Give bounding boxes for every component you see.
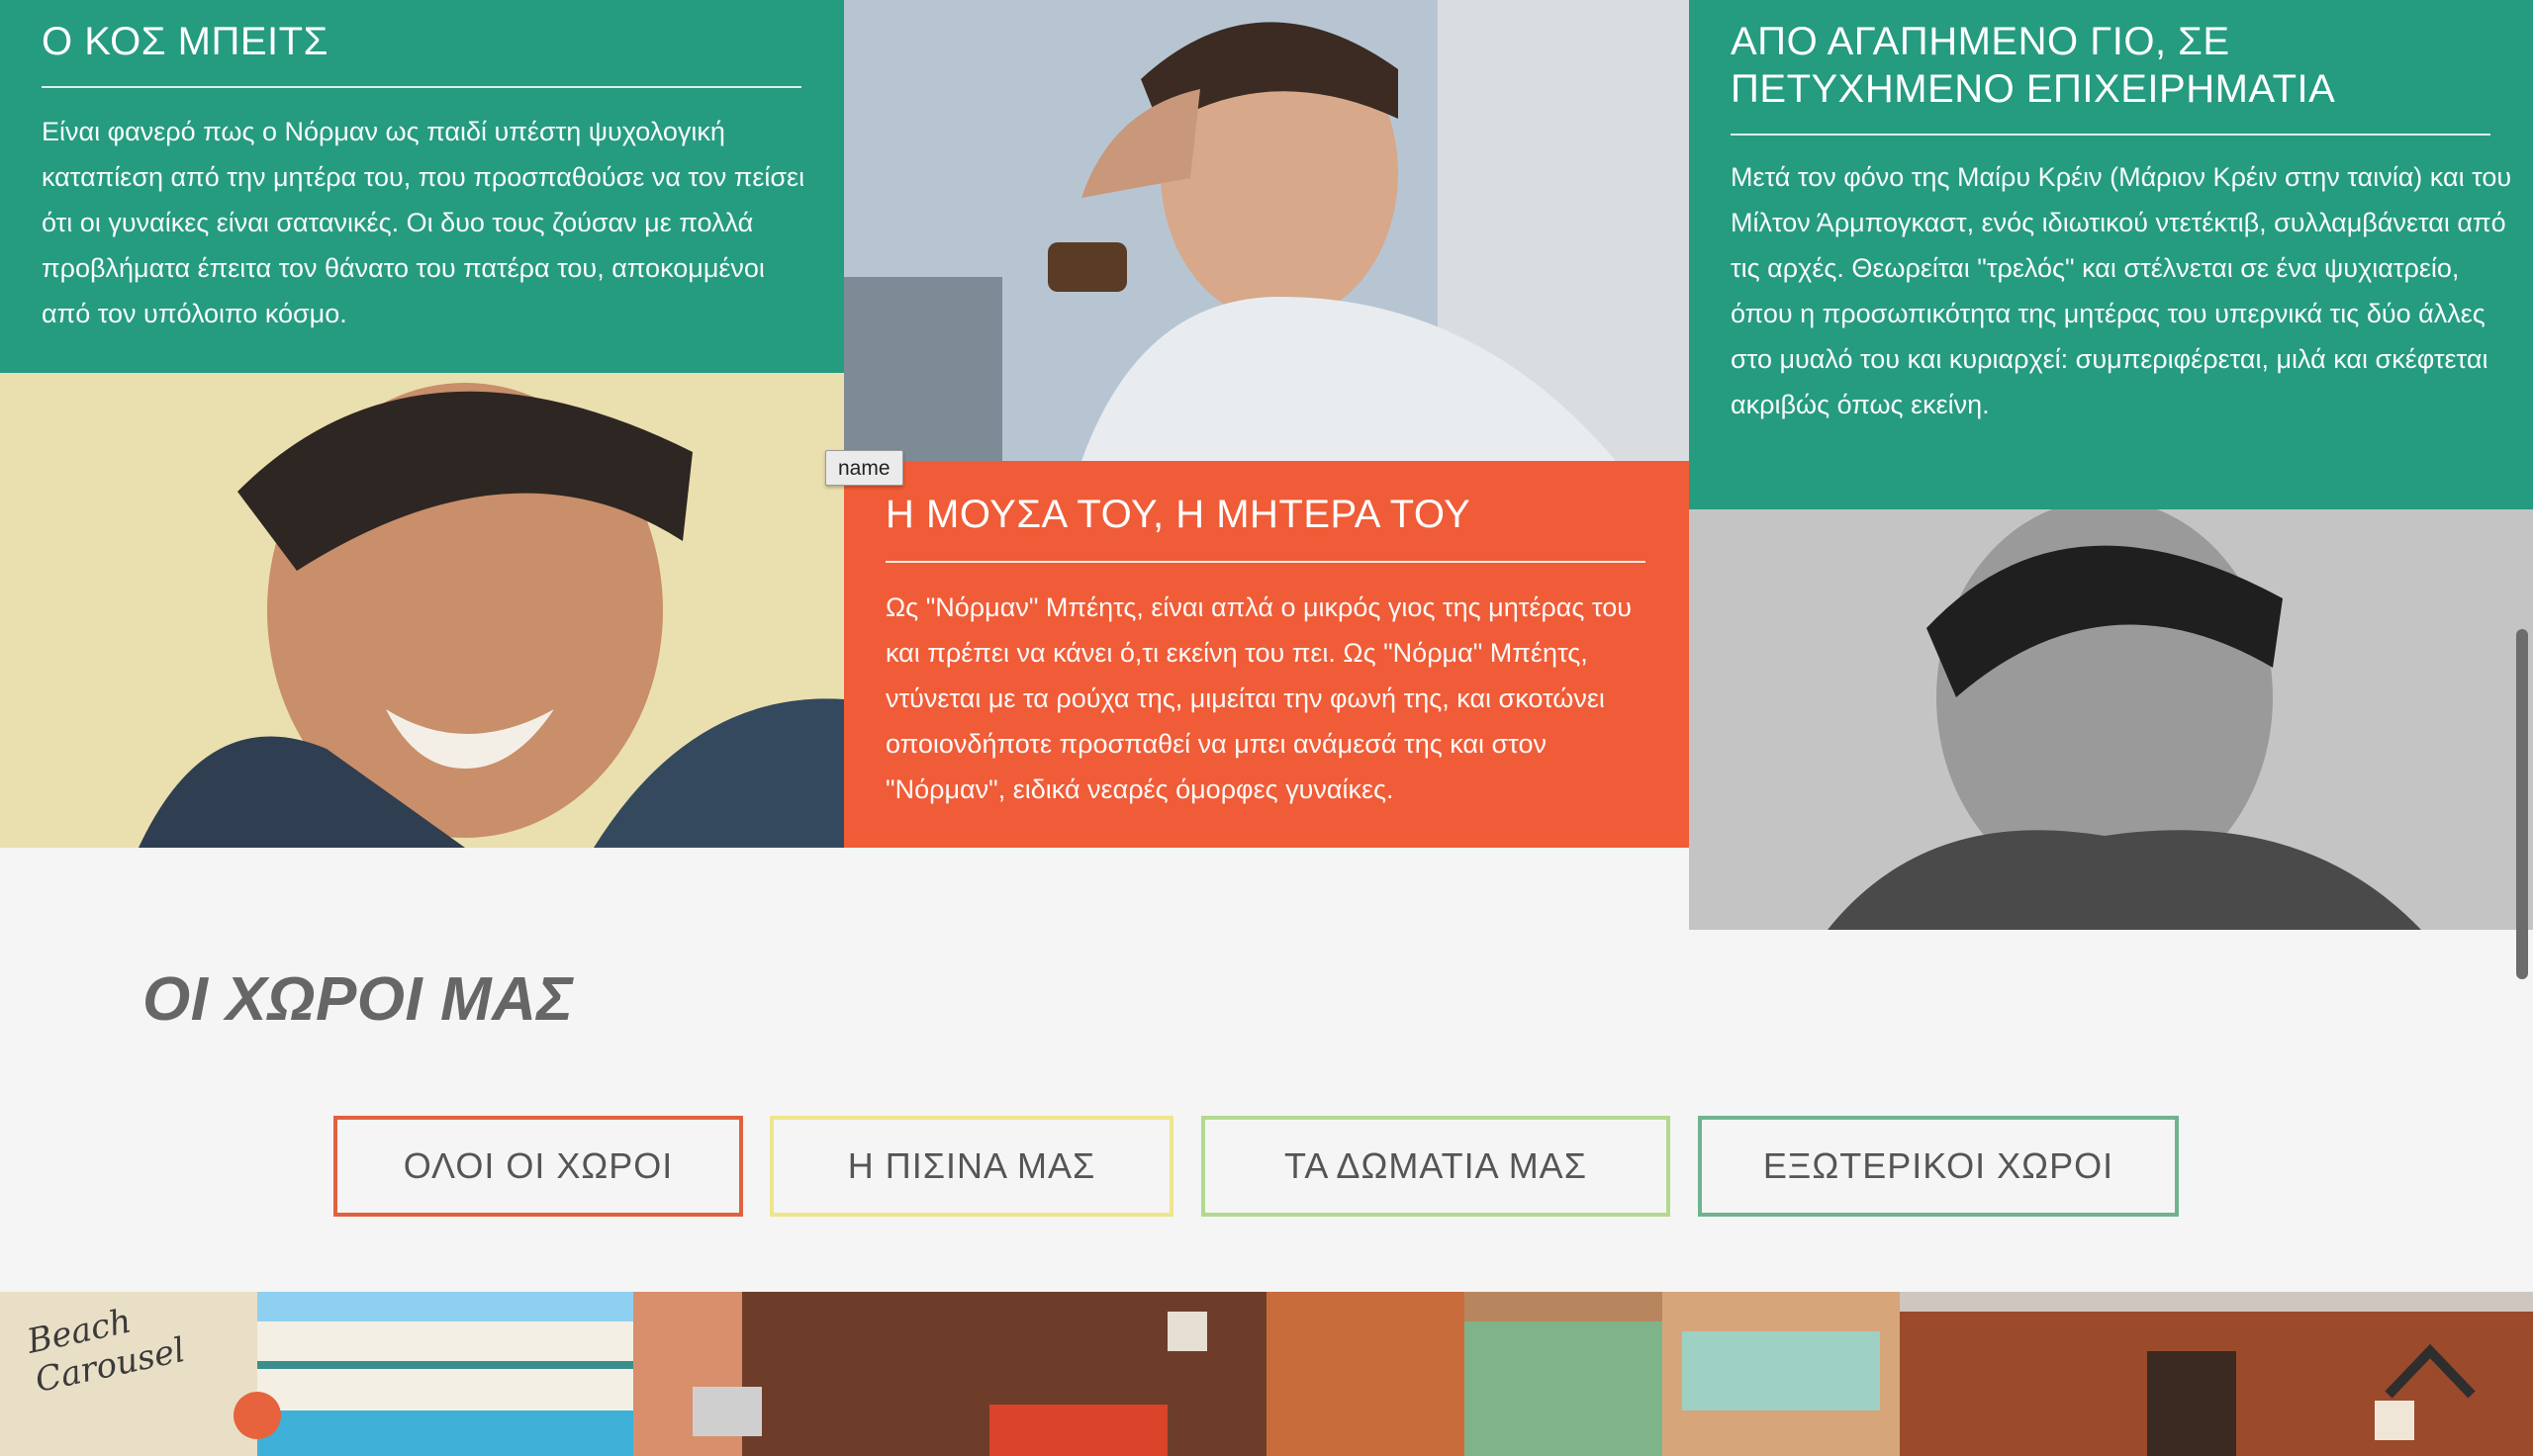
- section-title: ΟΙ ΧΩΡΟΙ ΜΑΣ: [142, 965, 574, 1034]
- career-panel-title: ΑΠΟ ΑΓΑΠΗΜΕΝΟ ΓΙΟ, ΣΕ ΠΕΤΥΧΗΜΕΝΟ ΕΠΙΧΕΙΡ…: [1731, 20, 2336, 111]
- muse-panel-text: Ως "Νόρμαν" Μπέητς, είναι απλά ο μικρός …: [886, 592, 1632, 804]
- gallery-image-hallway[interactable]: [1266, 1292, 1900, 1456]
- career-panel-text: Μετά τον φόνο της Μαίρυ Κρέιν (Μάριον Κρ…: [1731, 162, 2512, 419]
- muse-panel: Η ΜΟΥΣΑ ΤΟΥ, Η ΜΗΤΕΡΑ ΤΟΥ Ως "Νόρμαν" Μπ…: [844, 461, 1689, 848]
- filter-all-spaces-button[interactable]: ΟΛΟΙ ΟΙ ΧΩΡΟΙ: [333, 1116, 743, 1217]
- filter-outdoor-spaces-button[interactable]: ΕΞΩΤΕΡΙΚΟΙ ΧΩΡΟΙ: [1698, 1116, 2179, 1217]
- divider: [1731, 134, 2490, 136]
- intro-panel-text: Είναι φανερό πως ο Νόρμαν ως παιδί υπέστ…: [42, 117, 805, 328]
- chevron-up-icon: [2385, 1343, 2476, 1399]
- portrait-photo-bw: [1689, 509, 2533, 930]
- filter-rooms-button[interactable]: ΤΑ ΔΩΜΑΤΙΑ ΜΑΣ: [1201, 1116, 1670, 1217]
- portrait-photo-casual: [844, 0, 1689, 461]
- intro-panel-title: Ο ΚΟΣ ΜΠΕΙΤΣ: [42, 20, 328, 63]
- back-to-top-button[interactable]: [2383, 1335, 2478, 1405]
- gallery-image-lounge[interactable]: [633, 1292, 1266, 1456]
- portrait-photo-smiling: [0, 373, 844, 848]
- scrollbar-thumb[interactable]: [2516, 629, 2528, 979]
- career-panel: ΑΠΟ ΑΓΑΠΗΜΕΝΟ ΓΙΟ, ΣΕ ΠΕΤΥΧΗΜΕΝΟ ΕΠΙΧΕΙΡ…: [1689, 0, 2533, 509]
- divider: [42, 86, 801, 88]
- tooltip: name: [825, 450, 903, 486]
- muse-panel-title: Η ΜΟΥΣΑ ΤΟΥ, Η ΜΗΤΕΡΑ ΤΟΥ: [886, 493, 1471, 536]
- divider: [886, 561, 1645, 563]
- filter-pool-button[interactable]: Η ΠΙΣΙΝΑ ΜΑΣ: [770, 1116, 1173, 1217]
- gallery-image-motel-pool[interactable]: Beach Carousel: [0, 1292, 633, 1456]
- intro-panel: Ο ΚΟΣ ΜΠΕΙΤΣ Είναι φανερό πως ο Νόρμαν ω…: [0, 0, 844, 373]
